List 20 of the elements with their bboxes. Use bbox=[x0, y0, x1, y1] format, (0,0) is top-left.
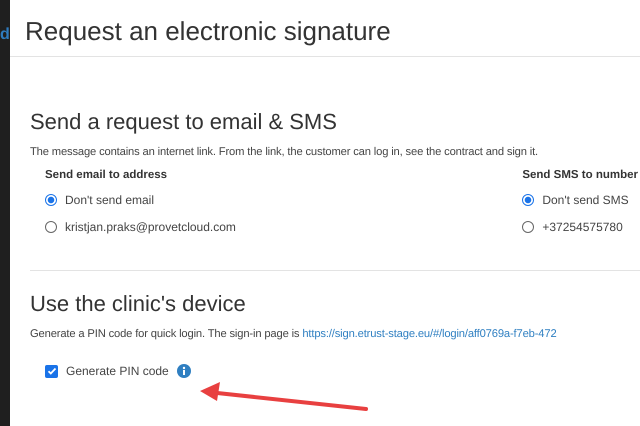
section-heading: Send a request to email & SMS bbox=[30, 109, 338, 135]
sign-in-link[interactable]: https://sign.etrust-stage.eu/#/login/aff0769a-f7eb-472 bbox=[302, 328, 557, 340]
sidebar-text: d bbox=[0, 25, 10, 45]
radio-label[interactable]: +37254575780 bbox=[542, 220, 623, 234]
radio-button[interactable] bbox=[522, 194, 534, 206]
group-label: Send SMS to number bbox=[522, 168, 638, 183]
radio-button[interactable] bbox=[45, 220, 57, 232]
radio-label[interactable]: Don't send email bbox=[65, 192, 154, 206]
checkbox[interactable] bbox=[45, 364, 58, 378]
radio-button[interactable] bbox=[522, 220, 534, 232]
group-label: Send email to address bbox=[45, 168, 168, 183]
radio-button[interactable] bbox=[45, 194, 57, 206]
section-description: Generate a PIN code for quick login. The sign-in page is bbox=[30, 328, 300, 340]
section-description: The message contains an internet link. From the link, the customer can log in, see the contract and sign it. bbox=[30, 146, 540, 158]
radio-label[interactable]: kristjan.praks@provetcloud.com bbox=[65, 220, 236, 234]
radio-label[interactable]: Don't send SMS bbox=[542, 192, 629, 206]
info-icon[interactable] bbox=[176, 364, 191, 378]
dialog-title: Request an electronic signature bbox=[24, 15, 392, 48]
section-heading: Use the clinic's device bbox=[30, 291, 247, 317]
checkbox-label[interactable]: Generate PIN code bbox=[66, 364, 169, 378]
